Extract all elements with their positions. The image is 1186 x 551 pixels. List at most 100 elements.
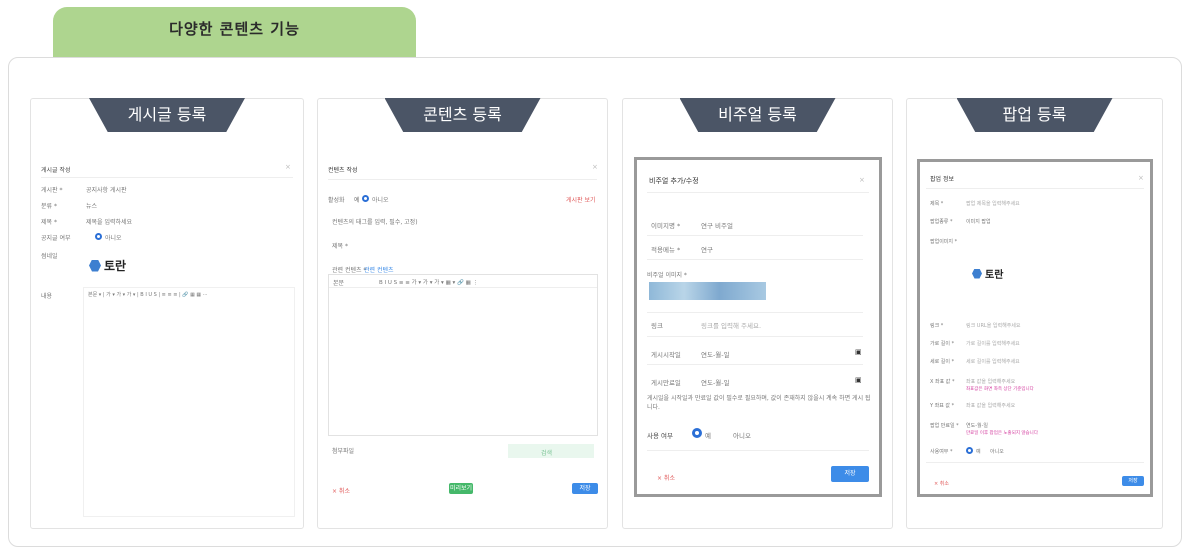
popup-row-label: 링크 * (930, 323, 944, 329)
popup-row-value[interactable]: 가로 길이를 입력해주세요 (966, 340, 1020, 347)
preview-button-label: 미리보기 (449, 485, 473, 492)
content-editor[interactable]: 본문 B I U S ≡ ≡ 가 ▾ 가 ▾ 가 ▾ ▦ ▾ 🔗 ▦ ⋮ (328, 274, 598, 436)
popup-row-value: 예 (976, 449, 981, 455)
card-popup: 팝업 등록 팝업 정보 × 제목 * 팝업 제목을 입력해주세요 팝업종류 * … (906, 98, 1163, 529)
visual-modal-title: 비주얼 추가/수정 (649, 177, 699, 185)
post-row-value: 아니오 (105, 235, 122, 242)
start-date-input[interactable]: 연도-월-일 (701, 349, 730, 359)
close-icon[interactable]: × (859, 176, 865, 184)
cancel-button[interactable]: × 취소 (657, 473, 675, 482)
post-row-label: 공지글 여부 (41, 235, 71, 242)
save-button-label: 저장 (579, 485, 591, 492)
logo-icon (89, 259, 101, 272)
popup-row-label: 가로 길이 * (930, 341, 955, 347)
close-icon[interactable]: × (285, 163, 291, 171)
date-note: 게시일을 시작일과 만료일 값이 필수로 필요하며, 값이 존재하지 않을시 계… (647, 395, 871, 411)
visual-modal: 비주얼 추가/수정 × 이미지명 * 연구 비주얼 적용메뉴 * 연구 비주얼 … (634, 157, 882, 497)
close-icon[interactable]: × (1138, 174, 1144, 182)
popup-pink-note: 만료일 이후 팝업은 노출되지 않습니다 (966, 431, 1038, 436)
status-radio[interactable] (362, 195, 369, 202)
popup-form-title: 팝업 정보 (930, 176, 954, 183)
post-row-value[interactable]: 공지사항 게시판 (86, 185, 127, 194)
divider (647, 336, 863, 337)
start-date-label: 게시시작일 (651, 351, 681, 359)
content-name-label: 제목 * (332, 243, 348, 250)
end-date-input[interactable]: 연도-월-일 (701, 377, 730, 387)
use-yes-label: 예 (705, 432, 711, 440)
close-icon[interactable]: × (592, 163, 598, 171)
search-button-label: 검색 (541, 450, 553, 457)
divider (647, 235, 863, 236)
popup-modal: 팝업 정보 × 제목 * 팝업 제목을 입력해주세요 팝업종류 * 이미지 팝업… (917, 159, 1153, 497)
editor-toolbar[interactable]: 본문 ▾ | 가 ▾ 가 ▾ 가 ▾ | B I U S | ≡ ≡ ≡ | 🔗… (88, 291, 208, 298)
image-name-input[interactable]: 연구 비주얼 (701, 220, 733, 230)
content-desc: 컨텐츠의 태그를 입력, 필수, 고정) (332, 219, 418, 226)
save-button-label: 저장 (844, 470, 856, 477)
post-content-label: 내용 (41, 293, 53, 300)
menu-label: 적용메뉴 * (651, 246, 681, 254)
card-post: 게시글 등록 게시글 작성 × 게시판 * 공지사항 게시판 분류 * 뉴스 제… (30, 98, 304, 529)
popup-use-no[interactable]: 아니오 (990, 448, 1004, 455)
notice-radio[interactable] (95, 233, 102, 240)
editor-toolbar[interactable]: B I U S ≡ ≡ 가 ▾ 가 ▾ 가 ▾ ▦ ▾ 🔗 ▦ ⋮ (379, 278, 478, 286)
calendar-icon[interactable]: ▣ (855, 376, 862, 384)
attach-label: 첨부파일 (332, 448, 355, 455)
post-row-value[interactable]: 제목을 입력하세요 (86, 217, 132, 226)
popup-use-radio[interactable] (966, 447, 973, 454)
popup-image-logo: 토란 (972, 266, 1003, 281)
divider (647, 364, 863, 365)
card-content: 콘텐츠 등록 컨텐츠 작성 × 활성화 예 아니오 게시판 보기 컨텐츠의 태그… (317, 98, 608, 529)
cancel-button[interactable]: × 취소 (332, 486, 350, 495)
post-row-value[interactable]: 뉴스 (86, 201, 97, 210)
calendar-icon[interactable]: ▣ (855, 348, 862, 356)
menu-select[interactable]: 연구 (701, 244, 713, 254)
popup-row-value[interactable]: 링크 URL을 입력해주세요 (966, 322, 1021, 329)
popup-row-label: 세로 길이 * (930, 359, 955, 365)
card-post-banner: 게시글 등록 (89, 98, 245, 132)
divider (926, 462, 1144, 463)
section-tab-label: 다양한 콘텐츠 기능 (169, 20, 300, 38)
logo-text: 토란 (104, 259, 127, 273)
search-button[interactable]: 검색 (508, 444, 594, 458)
board-link[interactable]: 게시판 보기 (566, 195, 596, 204)
status-label: 활성화 (328, 197, 345, 204)
popup-row-value[interactable]: 연도-월-일 (966, 422, 988, 429)
popup-row-value[interactable]: 좌표 값을 입력해주세요 (966, 402, 1015, 409)
save-button[interactable]: 저장 (831, 466, 869, 482)
use-yes-radio[interactable] (692, 428, 702, 438)
use-no-label[interactable]: 아니오 (733, 430, 751, 440)
card-content-banner: 콘텐츠 등록 (384, 98, 541, 132)
save-button[interactable]: 저장 (1122, 476, 1144, 486)
card-visual-banner: 비주얼 등록 (679, 98, 836, 132)
editor-mode[interactable]: 본문 (333, 278, 344, 287)
popup-row-value[interactable]: 이미지 팝업 (966, 218, 991, 225)
preview-button[interactable]: 미리보기 (449, 483, 473, 494)
popup-row-value[interactable]: 팝업 제목을 입력해주세요 (966, 200, 1020, 207)
post-row-label: 분류 * (41, 203, 57, 210)
status-no: 아니오 (372, 197, 389, 204)
visual-image-preview[interactable] (649, 282, 766, 300)
popup-row-label: 팝업이미지 * (930, 239, 958, 245)
end-date-label: 게시만료일 (651, 379, 681, 387)
divider (328, 179, 597, 180)
post-row-label: 게시판 * (41, 187, 63, 194)
save-button[interactable]: 저장 (572, 483, 598, 494)
thumbnail-logo: 토란 (89, 257, 126, 274)
popup-row-label: Y 좌표 값 * (930, 403, 955, 409)
post-editor[interactable]: 본문 ▾ | 가 ▾ 가 ▾ 가 ▾ | B I U S | ≡ ≡ ≡ | 🔗… (83, 287, 295, 517)
visual-image-label: 비주얼 이미지 * (647, 272, 687, 279)
post-form-title: 게시글 작성 (41, 167, 71, 174)
content-form-title: 컨텐츠 작성 (328, 167, 358, 174)
link-input[interactable]: 링크를 입력해 주세요. (701, 320, 761, 330)
popup-row-value[interactable]: 세로 길이를 입력해주세요 (966, 358, 1020, 365)
popup-row-label: 사용여부 * (930, 449, 953, 455)
post-row-label: 썸네일 (41, 253, 58, 260)
section-tab[interactable]: 다양한 콘텐츠 기능 (53, 7, 416, 59)
popup-row-value[interactable]: 좌표 값을 입력해주세요 (966, 378, 1015, 385)
cancel-button[interactable]: × 취소 (934, 480, 949, 487)
image-name-label: 이미지명 * (651, 222, 681, 230)
card-popup-banner: 팝업 등록 (956, 98, 1113, 132)
use-label: 사용 여부 (647, 432, 673, 440)
divider (647, 259, 863, 260)
related-link[interactable]: 관련 컨텐츠 (364, 265, 394, 274)
